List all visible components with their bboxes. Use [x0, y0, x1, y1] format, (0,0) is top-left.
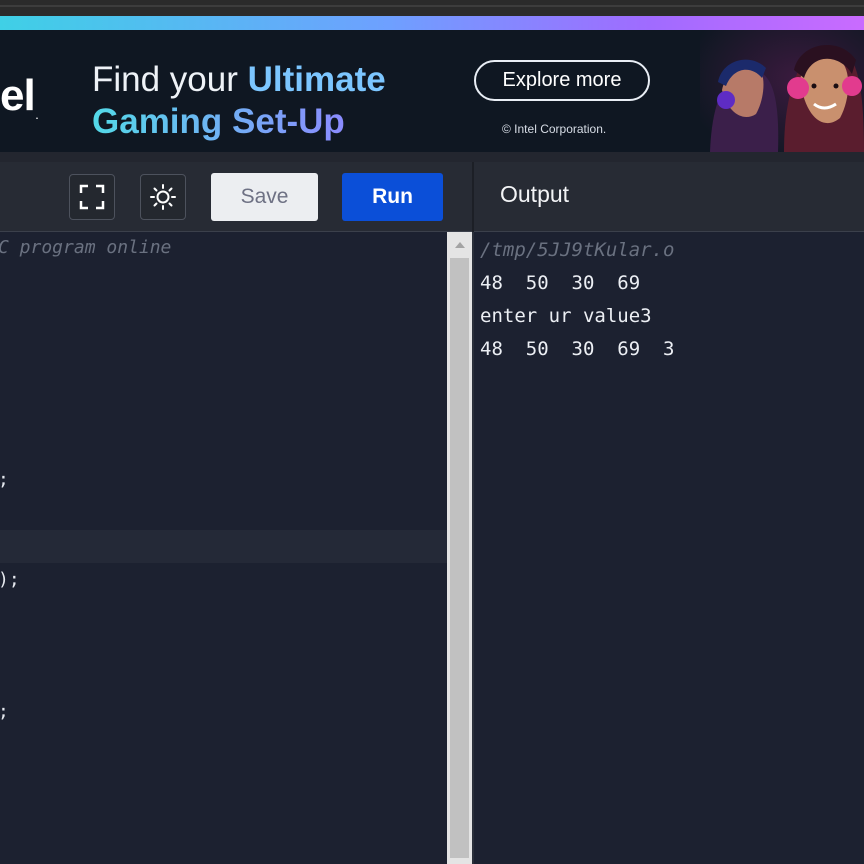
scroll-up-arrow-icon[interactable] — [447, 232, 472, 256]
code-line[interactable]: ); — [0, 569, 20, 590]
browser-top-strip — [0, 0, 864, 16]
ad-headline-line1: Find your Ultimate — [92, 60, 386, 99]
output-console: /tmp/5JJ9tKular.o 48 50 30 69 enter ur v… — [474, 232, 864, 864]
sun-icon — [150, 184, 176, 210]
save-button[interactable]: Save — [211, 173, 318, 221]
toolbar-divider — [472, 162, 474, 232]
ad-copyright: © Intel Corporation. — [502, 122, 607, 136]
fullscreen-button[interactable] — [69, 174, 115, 220]
output-line: 48 50 30 69 3 — [480, 338, 675, 360]
output-title: Output — [500, 181, 570, 207]
top-divider — [0, 5, 864, 7]
editor-scrollbar[interactable] — [447, 232, 472, 864]
code-line[interactable]: C program online — [0, 237, 171, 258]
intel-logo: el. — [0, 71, 38, 121]
code-line[interactable]: ; — [0, 469, 9, 490]
output-line: 48 50 30 69 — [480, 272, 641, 294]
scrollbar-thumb[interactable] — [450, 258, 469, 858]
run-button[interactable]: Run — [342, 173, 443, 221]
code-line[interactable]: ; — [0, 701, 9, 722]
code-editor[interactable]: C program online ; ); ; — [0, 232, 447, 864]
ad-headline-line2: Gaming Set-Up — [92, 102, 345, 141]
active-line-highlight — [0, 530, 447, 563]
banner-separator — [0, 152, 864, 162]
output-line: enter ur value3 — [480, 305, 652, 327]
editor-toolbar: Save Run Output — [0, 162, 864, 232]
gamer-illustration-icon — [700, 30, 864, 152]
fullscreen-icon — [79, 184, 105, 210]
explore-more-button[interactable]: Explore more — [474, 60, 650, 101]
ad-gradient-bar — [0, 16, 864, 30]
output-path: /tmp/5JJ9tKular.o — [480, 239, 675, 261]
theme-toggle-button[interactable] — [140, 174, 186, 220]
ad-banner[interactable]: el. Find your Ultimate Gaming Set-Up Exp… — [0, 16, 864, 152]
